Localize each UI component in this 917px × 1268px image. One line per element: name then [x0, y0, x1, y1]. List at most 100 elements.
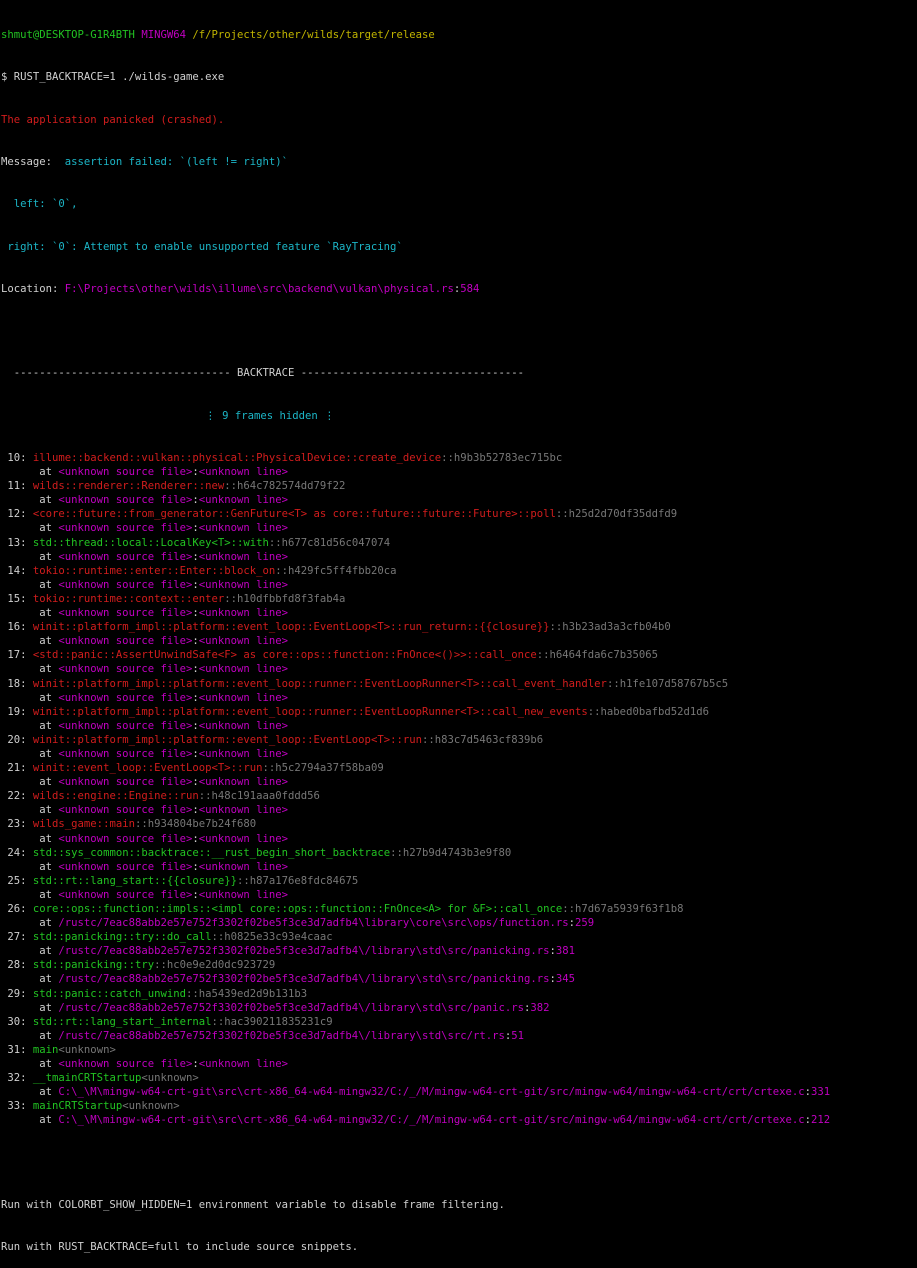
- frame-line: 24: std::sys_common::backtrace::__rust_b…: [1, 846, 917, 860]
- frame-location-line: at <unknown source file>:<unknown line>: [1, 607, 289, 620]
- panic-left-line: left: `0`,: [1, 198, 78, 211]
- frame-line: 12: <core::future::from_generator::GenFu…: [1, 507, 917, 521]
- backtrace-frames: 10: illume::backend::vulkan::physical::P…: [1, 451, 917, 1128]
- panic-right-line: right: `0`: Attempt to enable unsupporte…: [1, 240, 403, 253]
- frame-source-line: <unknown line>: [198, 466, 289, 479]
- frame-function: winit::platform_impl::platform::event_lo…: [32, 621, 550, 634]
- frame-location-line: at <unknown source file>:<unknown line>: [1, 494, 289, 507]
- frame-source-file: C:\_\M\mingw-w64-crt-git\src\crt-x86_64-…: [58, 1086, 805, 1099]
- at-prefix: at: [1, 494, 59, 507]
- frame-location-line: at /rustc/7eac88abb2e57e752f3302f02be5f3…: [1, 1001, 550, 1014]
- frame-number: 17:: [1, 649, 27, 662]
- frame-source-line: <unknown line>: [198, 832, 289, 845]
- frame-source-file: <unknown source file>: [58, 466, 193, 479]
- frame-hash: ::ha5439ed2d9b131b3: [185, 987, 308, 1000]
- frame-number: 28:: [1, 959, 27, 972]
- frame-source-line: <unknown line>: [198, 691, 289, 704]
- frame-location-line: at C:\_\M\mingw-w64-crt-git\src\crt-x86_…: [1, 1114, 831, 1127]
- frame-hash: ::h5c2794a37f58ba09: [262, 762, 384, 775]
- frame-line: 29: std::panic::catch_unwind::ha5439ed2d…: [1, 987, 917, 1001]
- frame-line: 17: <std::panic::AssertUnwindSafe<F> as …: [1, 648, 917, 662]
- frame-line: 19: winit::platform_impl::platform::even…: [1, 705, 917, 719]
- frame-location-line: at <unknown source file>:<unknown line>: [1, 466, 289, 479]
- frame-source-line: <unknown line>: [198, 888, 289, 901]
- frame-source-file: <unknown source file>: [58, 888, 193, 901]
- frame-line: 33: mainCRTStartup<unknown>: [1, 1099, 917, 1113]
- frame-source-file: <unknown source file>: [58, 804, 193, 817]
- frame-source-line: 331: [811, 1086, 831, 1099]
- frames-hidden-label: ⋮ 9 frames hidden ⋮: [205, 409, 335, 422]
- frame-hash: ::h677c81d56c047074: [268, 536, 391, 549]
- frame-number: 26:: [1, 903, 27, 915]
- frame-number: 15:: [1, 592, 27, 605]
- frame-line: 27: std::panicking::try::do_call::h0825e…: [1, 930, 917, 944]
- frame-function: std::sys_common::backtrace::__rust_begin…: [32, 846, 391, 859]
- frame-function: mainCRTStartup: [32, 1100, 123, 1113]
- frame-number: 22:: [1, 790, 27, 803]
- at-prefix: at: [1, 832, 59, 845]
- frame-location-line: at /rustc/7eac88abb2e57e752f3302f02be5f3…: [1, 973, 576, 986]
- frame-function: __tmainCRTStartup: [32, 1072, 142, 1085]
- at-prefix: at: [1, 550, 59, 563]
- frame-source-file: <unknown source file>: [58, 719, 193, 732]
- frame-hash: ::h64c782574dd79f22: [224, 480, 346, 493]
- frame-source-line: 382: [530, 1001, 550, 1014]
- frame-function: std::thread::local::LocalKey<T>::with: [32, 536, 269, 549]
- frames-hidden-line: ⋮ 9 frames hidden ⋮: [1, 409, 917, 423]
- frame-source-line: 345: [555, 973, 576, 986]
- at-prefix: at: [1, 747, 59, 760]
- at-prefix: at: [1, 719, 59, 732]
- location-line: 584: [460, 282, 480, 295]
- frame-source-line: <unknown line>: [198, 578, 289, 591]
- frame-location-line: at /rustc/7eac88abb2e57e752f3302f02be5f3…: [1, 917, 595, 930]
- frame-number: 23:: [1, 818, 27, 831]
- message-label: Message:: [1, 156, 53, 169]
- frame-source-file: <unknown source file>: [58, 776, 193, 789]
- frame-location-line: at <unknown source file>:<unknown line>: [1, 860, 289, 873]
- frame-source-file: /rustc/7eac88abb2e57e752f3302f02be5f3ce3…: [58, 973, 550, 986]
- at-prefix: at: [1, 1086, 59, 1099]
- frame-line: 21: winit::event_loop::EventLoop<T>::run…: [1, 761, 917, 775]
- terminal-window[interactable]: shmut@DESKTOP-G1R4BTH MINGW64 /f/Project…: [0, 0, 917, 1268]
- frame-line: 31: main<unknown>: [1, 1043, 917, 1057]
- frame-hash: ::h0825e33c93e4caac: [211, 931, 333, 944]
- frame-function: std::panicking::try::do_call: [32, 931, 212, 944]
- frame-source-line: 259: [575, 917, 595, 930]
- frame-line: 23: wilds_game::main::h934804be7b24f680: [1, 817, 917, 831]
- frame-number: 33:: [1, 1100, 27, 1113]
- frame-line: 26: core::ops::function::impls::<impl co…: [1, 902, 917, 916]
- frame-function: core::ops::function::impls::<impl core::…: [32, 903, 563, 915]
- frame-function: winit::platform_impl::platform::event_lo…: [32, 705, 588, 718]
- frame-line: 14: tokio::runtime::enter::Enter::block_…: [1, 564, 917, 578]
- frame-location-line: at <unknown source file>:<unknown line>: [1, 691, 289, 704]
- frame-hash: ::h27b9d4743b3e9f80: [390, 846, 512, 859]
- frame-location-line: at <unknown source file>:<unknown line>: [1, 776, 289, 789]
- frame-number: 16:: [1, 621, 27, 634]
- frame-source-file: /rustc/7eac88abb2e57e752f3302f02be5f3ce3…: [58, 945, 550, 958]
- frame-number: 14:: [1, 564, 27, 577]
- at-prefix: at: [1, 578, 59, 591]
- frame-line: 13: std::thread::local::LocalKey<T>::wit…: [1, 536, 917, 550]
- frame-number: 18:: [1, 677, 27, 690]
- frame-source-line: <unknown line>: [198, 860, 289, 873]
- frame-function: std::rt::lang_start_internal: [32, 1015, 212, 1028]
- frame-location-line: at <unknown source file>:<unknown line>: [1, 1058, 289, 1071]
- frame-source-line: <unknown line>: [198, 550, 289, 563]
- frame-line: 30: std::rt::lang_start_internal::hac390…: [1, 1015, 917, 1029]
- frame-location-line: at <unknown source file>:<unknown line>: [1, 804, 289, 817]
- at-prefix: at: [1, 973, 59, 986]
- frame-location-line: at <unknown source file>:<unknown line>: [1, 719, 289, 732]
- frame-source-line: 381: [555, 945, 576, 958]
- location-label: Location:: [1, 282, 59, 295]
- frame-source-file: /rustc/7eac88abb2e57e752f3302f02be5f3ce3…: [58, 917, 569, 930]
- frame-number: 11:: [1, 480, 27, 493]
- frame-location-line: at <unknown source file>:<unknown line>: [1, 522, 289, 535]
- prompt-user-host: shmut@DESKTOP-G1R4BTH: [1, 29, 135, 42]
- frame-source-file: <unknown source file>: [58, 860, 193, 873]
- at-prefix: at: [1, 635, 59, 648]
- at-prefix: at: [1, 945, 59, 958]
- at-prefix: at: [1, 663, 59, 676]
- frame-number: 30:: [1, 1015, 27, 1028]
- frame-function: tokio::runtime::enter::Enter::block_on: [32, 564, 276, 577]
- frame-hash: <unknown>: [122, 1100, 180, 1113]
